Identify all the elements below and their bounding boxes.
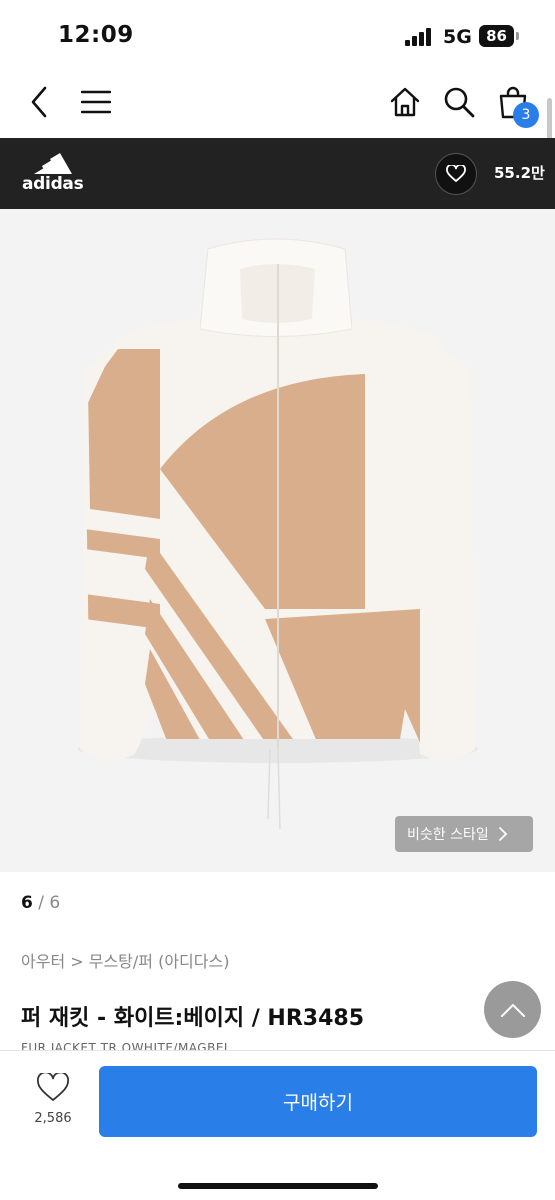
brand-bar[interactable]: adidas 55.2만 [0, 138, 555, 209]
top-nav [0, 70, 555, 138]
product-image[interactable] [0, 209, 555, 872]
signal-icon [405, 28, 433, 46]
search-icon[interactable] [439, 82, 479, 122]
heart-icon [446, 165, 466, 182]
buy-button[interactable]: 구매하기 [99, 1066, 537, 1137]
network-type: 5G [443, 26, 472, 48]
similar-style-button[interactable]: 비슷한 스타일 [395, 816, 533, 852]
pager-separator: / [32, 893, 50, 913]
wishlist-count: 2,586 [34, 1111, 72, 1126]
chevron-right-icon [498, 827, 508, 841]
bottom-action-bar: 2,586 구매하기 [0, 1050, 555, 1200]
home-indicator [178, 1183, 378, 1189]
status-time: 12:09 [58, 22, 134, 48]
similar-style-label: 비슷한 스타일 [407, 827, 489, 843]
scroll-to-top-button[interactable] [484, 981, 541, 1038]
brand-name: adidas [22, 174, 84, 194]
image-pager: 6 / 6 [21, 893, 60, 913]
pager-total: 6 [49, 893, 61, 913]
brand-like-count: 55.2만 [494, 164, 545, 182]
status-bar: 12:09 5G 86 [0, 0, 555, 70]
battery-tip [516, 32, 519, 40]
product-subtitle: FUR JACKET TR OWHITE/MAGBEI [21, 1041, 228, 1050]
brand-like-button[interactable] [435, 153, 477, 195]
battery-icon: 86 [479, 25, 514, 47]
jacket-illustration [78, 238, 478, 830]
chevron-up-icon [500, 1003, 525, 1017]
menu-icon[interactable] [76, 82, 116, 122]
heart-icon [36, 1071, 70, 1101]
pager-current: 6 [21, 893, 33, 913]
breadcrumb[interactable]: 아우터 > 무스탕/퍼 (아디다스) [21, 948, 229, 972]
back-icon[interactable] [20, 82, 60, 122]
home-icon[interactable] [385, 82, 425, 122]
product-title: 퍼 재킷 - 화이트:베이지 / HR3485 [21, 1006, 365, 1031]
cart-count-badge: 3 [513, 102, 539, 128]
wishlist-button[interactable]: 2,586 [30, 1071, 76, 1126]
